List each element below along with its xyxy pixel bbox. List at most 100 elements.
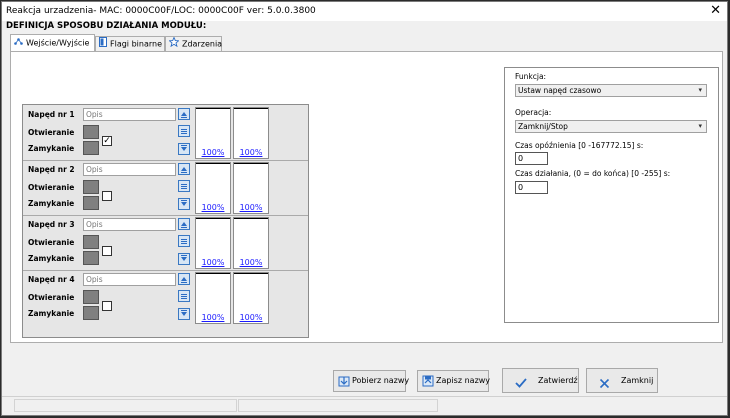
drive-row-1: Napęd nr 1 Opis Otwieranie Zamykanie ✓ 1… xyxy=(23,105,308,160)
otwieranie-color-swatch[interactable] xyxy=(83,125,99,139)
button-label: Pobierz nazwy xyxy=(352,376,410,385)
gauge-value: 100% xyxy=(201,203,225,212)
tab-flagi-binarne[interactable]: Flagi binarne xyxy=(95,36,165,51)
status-bar xyxy=(2,396,727,415)
status-cell xyxy=(14,399,237,412)
page-heading: DEFINICJA SPOSOBU DZIAŁANIA MODUŁU: xyxy=(6,21,207,31)
status-cell xyxy=(238,399,438,412)
chevron-down-icon: ▾ xyxy=(698,86,702,94)
edit-button[interactable] xyxy=(178,125,190,137)
zamykanie-color-swatch[interactable] xyxy=(83,306,99,320)
zamykanie-label: Zamykanie xyxy=(28,199,75,208)
edit-button[interactable] xyxy=(178,290,190,302)
zamknij-button[interactable]: Zamknij xyxy=(586,368,658,393)
move-down-button[interactable] xyxy=(178,308,190,320)
operacja-select[interactable]: Zamknij/Stop ▾ xyxy=(515,120,707,133)
otwieranie-label: Otwieranie xyxy=(28,183,75,192)
drive-description-input[interactable]: Opis xyxy=(83,273,176,286)
opening-gauge[interactable]: 100% xyxy=(195,217,231,269)
zatwierdz-button[interactable]: Zatwierdź xyxy=(502,368,579,393)
closing-gauge[interactable]: 100% xyxy=(233,272,269,324)
move-down-button[interactable] xyxy=(178,198,190,210)
duration-input[interactable]: 0 xyxy=(515,181,548,194)
otwieranie-label: Otwieranie xyxy=(28,293,75,302)
close-icon[interactable]: ✕ xyxy=(710,4,721,17)
close-icon xyxy=(599,375,610,398)
move-up-button[interactable] xyxy=(178,163,190,175)
otwieranie-color-swatch[interactable] xyxy=(83,235,99,249)
gauge-value: 100% xyxy=(201,148,225,157)
chevron-down-icon: ▾ xyxy=(698,122,702,130)
opening-gauge[interactable]: 100% xyxy=(195,162,231,214)
window-title: Reakcja urzadzenia- MAC: 0000C00F/LOC: 0… xyxy=(6,6,316,16)
drives-group: Napęd nr 1 Opis Otwieranie Zamykanie ✓ 1… xyxy=(22,104,309,338)
button-label: Zapisz nazwy xyxy=(436,376,491,385)
drive-description-input[interactable]: Opis xyxy=(83,218,176,231)
opening-gauge[interactable]: 100% xyxy=(195,107,231,159)
import-icon xyxy=(338,375,350,395)
zamykanie-label: Zamykanie xyxy=(28,309,75,318)
zamykanie-color-swatch[interactable] xyxy=(83,196,99,210)
network-icon xyxy=(14,35,23,51)
drive-row-2: Napęd nr 2 Opis Otwieranie Zamykanie 100… xyxy=(23,160,308,215)
funkcja-label: Funkcja: xyxy=(515,72,547,81)
button-label: Zatwierdź xyxy=(538,376,578,385)
gauge-value: 100% xyxy=(239,258,263,267)
move-up-button[interactable] xyxy=(178,108,190,120)
tab-zdarzenia[interactable]: Zdarzenia xyxy=(165,36,222,51)
pobierz-nazwy-button[interactable]: Pobierz nazwy xyxy=(333,370,410,395)
otwieranie-label: Otwieranie xyxy=(28,128,75,137)
tab-label: Zdarzenia xyxy=(182,39,223,49)
closing-gauge[interactable]: 100% xyxy=(233,217,269,269)
drive-checkbox[interactable] xyxy=(102,191,112,201)
move-up-button[interactable] xyxy=(178,218,190,230)
dialog-window: Reakcja urzadzenia- MAC: 0000C00F/LOC: 0… xyxy=(1,1,728,416)
drive-checkbox[interactable] xyxy=(102,301,112,311)
drive-row-3: Napęd nr 3 Opis Otwieranie Zamykanie 100… xyxy=(23,215,308,270)
gauge-value: 100% xyxy=(201,313,225,322)
drive-name: Napęd nr 2 xyxy=(28,165,75,174)
zamykanie-label: Zamykanie xyxy=(28,254,75,263)
drive-checkbox[interactable]: ✓ xyxy=(102,136,112,146)
otwieranie-label: Otwieranie xyxy=(28,238,75,247)
gauge-value: 100% xyxy=(239,313,263,322)
operacja-label: Operacja: xyxy=(515,108,552,117)
operacja-value: Zamknij/Stop xyxy=(518,122,568,131)
zamykanie-color-swatch[interactable] xyxy=(83,251,99,265)
funkcja-select[interactable]: Ustaw napęd czasowo ▾ xyxy=(515,84,707,97)
gauge-value: 100% xyxy=(201,258,225,267)
button-label: Zamknij xyxy=(621,376,654,385)
closing-gauge[interactable]: 100% xyxy=(233,162,269,214)
gauge-value: 100% xyxy=(239,203,263,212)
funkcja-value: Ustaw napęd czasowo xyxy=(518,86,602,95)
zamykanie-label: Zamykanie xyxy=(28,144,75,153)
tab-wejscie-wyjscie[interactable]: Wejście/Wyjście xyxy=(10,34,95,51)
edit-button[interactable] xyxy=(178,180,190,192)
zamykanie-color-swatch[interactable] xyxy=(83,141,99,155)
drive-description-input[interactable]: Opis xyxy=(83,163,176,176)
gauge-value: 100% xyxy=(239,148,263,157)
zapisz-nazwy-button[interactable]: Zapisz nazwy xyxy=(417,370,491,395)
opening-gauge[interactable]: 100% xyxy=(195,272,231,324)
edit-button[interactable] xyxy=(178,235,190,247)
duration-label: Czas działania, (0 = do końca) [0 -255] … xyxy=(515,169,671,178)
otwieranie-color-swatch[interactable] xyxy=(83,290,99,304)
checkmark-icon xyxy=(515,375,527,398)
settings-panel: Funkcja: Ustaw napęd czasowo ▾ Operacja:… xyxy=(504,67,719,323)
drive-description-input[interactable]: Opis xyxy=(83,108,176,121)
drive-name: Napęd nr 4 xyxy=(28,275,75,284)
tab-label: Wejście/Wyjście xyxy=(26,38,90,48)
move-down-button[interactable] xyxy=(178,143,190,155)
delay-input[interactable]: 0 xyxy=(515,152,548,165)
move-up-button[interactable] xyxy=(178,273,190,285)
drive-checkbox[interactable] xyxy=(102,246,112,256)
closing-gauge[interactable]: 100% xyxy=(233,107,269,159)
title-bar[interactable]: Reakcja urzadzenia- MAC: 0000C00F/LOC: 0… xyxy=(2,2,727,21)
drive-name: Napęd nr 1 xyxy=(28,110,75,119)
save-icon xyxy=(422,375,434,395)
tab-label: Flagi binarne xyxy=(110,39,162,49)
move-down-button[interactable] xyxy=(178,253,190,265)
flag-panel-icon xyxy=(99,37,107,51)
otwieranie-color-swatch[interactable] xyxy=(83,180,99,194)
star-icon xyxy=(168,36,180,51)
